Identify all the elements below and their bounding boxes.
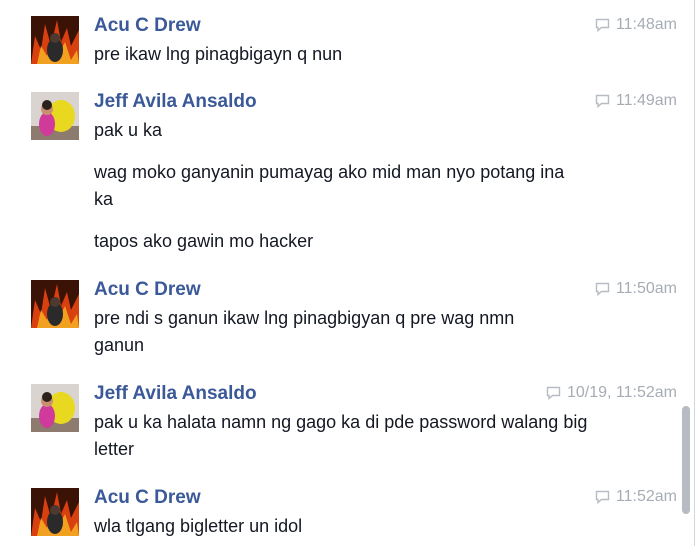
avatar[interactable] (31, 16, 79, 64)
message-text: wag moko ganyanin pumayag ako mid man ny… (94, 162, 565, 209)
message-timestamp: 11:52am (595, 488, 677, 506)
message-text: tapos ako gawin mo hacker (94, 231, 314, 251)
time-label: 11:50am (615, 280, 677, 297)
message-timestamp: 11:49am (595, 92, 677, 110)
message-text: pre ndi s ganun ikaw lng pinagbigyan q p… (94, 308, 515, 355)
avatar[interactable] (31, 280, 79, 328)
chat-bubble-icon (595, 94, 610, 108)
time-label: 11:49am (615, 92, 677, 109)
message-text: wla tlgang bigletter un idol (94, 516, 303, 536)
sender-name[interactable]: Acu C Drew (94, 279, 201, 301)
avatar[interactable] (31, 488, 79, 536)
message-timestamp: 11:50am (595, 280, 677, 298)
message-text: pak u ka (94, 120, 163, 140)
time-label: 11:48am (615, 16, 677, 33)
chat-bubble-icon (595, 282, 610, 296)
avatar[interactable] (31, 92, 79, 140)
time-label: 11:52am (615, 488, 677, 505)
chat-bubble-icon (546, 386, 561, 400)
scrollbar-thumb[interactable] (682, 406, 690, 514)
chat-conversation: Acu C Drew 11:48am pre ikaw lng pinagbig… (0, 0, 695, 546)
message-text: pak u ka halata namn ng gago ka di pde p… (94, 412, 588, 459)
chat-bubble-icon (595, 490, 610, 504)
message-text: pre ikaw lng pinagbigayn q nun (94, 44, 343, 64)
sender-name[interactable]: Jeff Avila Ansaldo (94, 91, 257, 113)
sender-name[interactable]: Jeff Avila Ansaldo (94, 383, 257, 405)
avatar[interactable] (31, 384, 79, 432)
message-timestamp: 10/19, 11:52am (546, 384, 677, 402)
time-label: 10/19, 11:52am (566, 384, 677, 401)
sender-name[interactable]: Acu C Drew (94, 15, 201, 37)
message-timestamp: 11:48am (595, 16, 677, 34)
sender-name[interactable]: Acu C Drew (94, 487, 201, 509)
chat-bubble-icon (595, 18, 610, 32)
